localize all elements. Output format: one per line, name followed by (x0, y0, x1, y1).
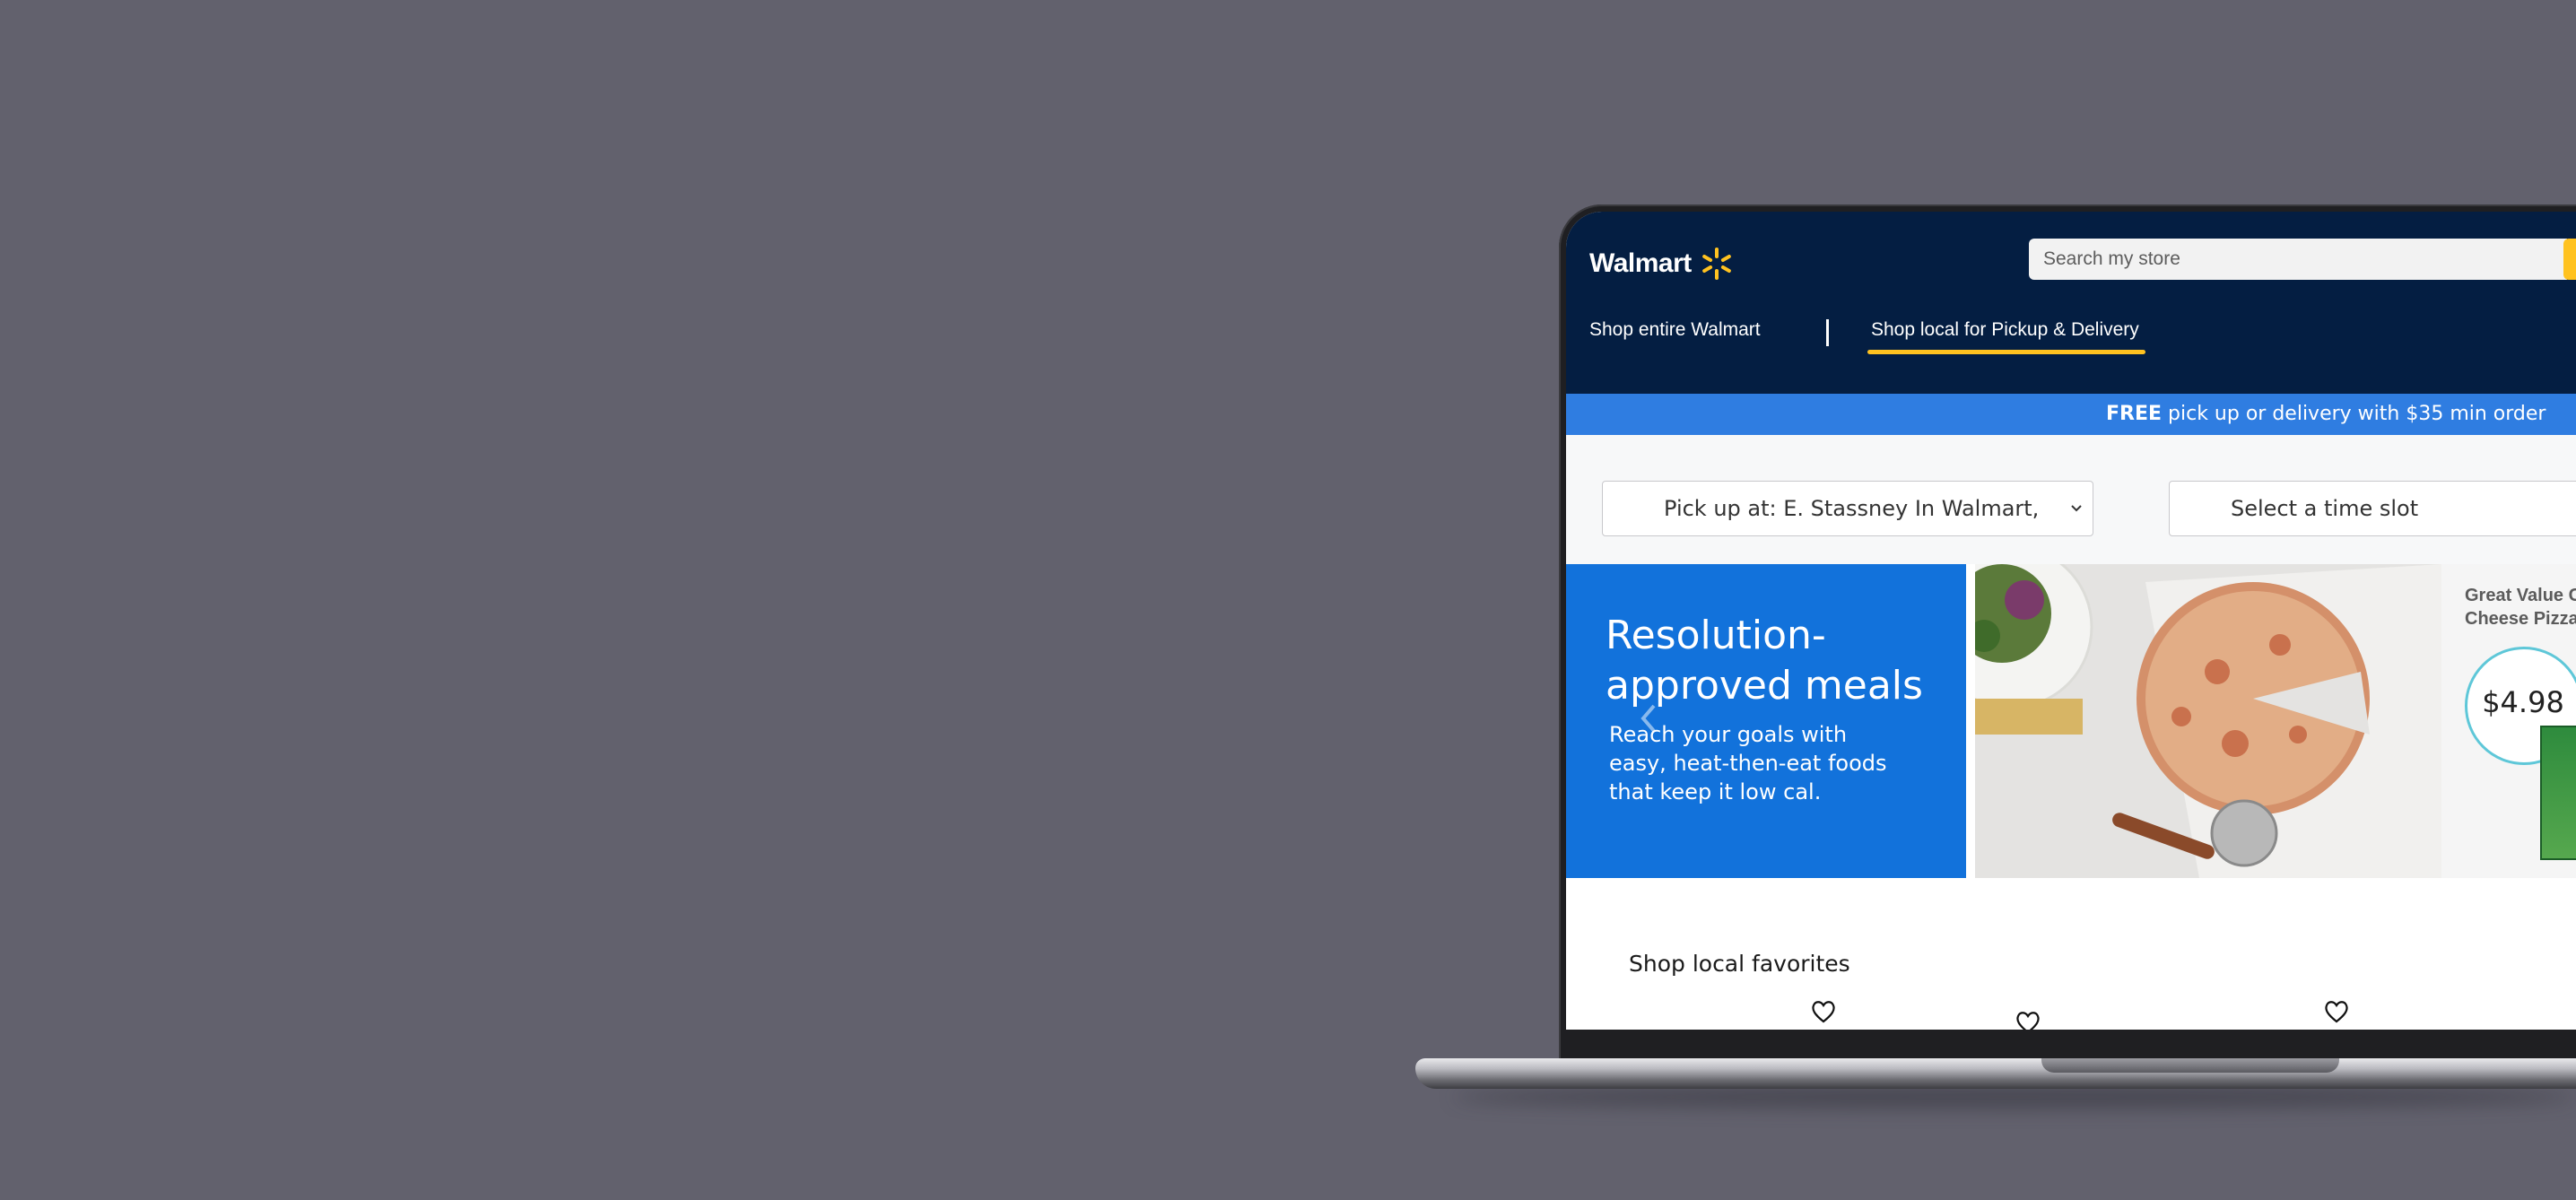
walmart-spark-icon (1701, 248, 1731, 280)
store-select[interactable]: Pick up at: E. Stassney In Walmart, (1602, 481, 2093, 536)
laptop-base (1415, 1058, 2576, 1089)
hero-title: Resolution-approved meals (1606, 613, 1923, 709)
nav-shop-entire-walmart[interactable]: Shop entire Walmart (1589, 319, 1761, 341)
product-price: $4.98 (2482, 685, 2564, 719)
heart-icon[interactable] (2015, 1010, 2041, 1030)
heart-icon[interactable] (2323, 999, 2350, 1024)
laptop-screen: Walmart Shop entire Walmart Shop local f… (1566, 212, 2576, 1030)
nav-divider (1826, 319, 1829, 346)
time-slot-label: Select a time slot (2231, 496, 2419, 521)
pizza-illustration (1975, 564, 2441, 878)
promo-text: pick up or delivery with $35 min order (2162, 403, 2546, 425)
chevron-down-icon (2071, 505, 2082, 512)
nav-active-underline (1867, 350, 2145, 354)
hero-banner[interactable]: Resolution-approved meals Reach your goa… (1566, 564, 1966, 878)
heart-icon[interactable] (1810, 999, 1837, 1024)
product-package-image (2540, 726, 2576, 860)
chevron-left-icon[interactable] (1636, 700, 1663, 736)
store-select-label: Pick up at: E. Stassney In Walmart, (1664, 496, 2040, 521)
featured-product[interactable]: Great Value C Cheese Pizza $4.98 (2441, 564, 2576, 878)
walmart-logo[interactable]: Walmart (1589, 246, 1735, 282)
pizza-image (1975, 564, 2441, 878)
section-title: Shop local favorites (1629, 951, 1850, 977)
site-header: Walmart Shop entire Walmart Shop local f… (1566, 212, 2576, 394)
search-button[interactable] (2563, 239, 2576, 280)
promo-bold: FREE (2106, 403, 2163, 425)
time-slot-select[interactable]: Select a time slot (2169, 481, 2576, 536)
nav-shop-local[interactable]: Shop local for Pickup & Delivery (1871, 319, 2139, 341)
laptop-notch (2041, 1058, 2339, 1073)
search-input[interactable] (2029, 239, 2567, 280)
product-name-line1: Great Value C (2465, 586, 2576, 605)
search-bar (2029, 239, 2567, 280)
promo-banner: FREE pick up or delivery with $35 min or… (1566, 394, 2576, 435)
pickup-selectors: Pick up at: E. Stassney In Walmart, Sele… (1566, 435, 2576, 564)
logo-text: Walmart (1589, 248, 1692, 278)
product-name: Great Value C Cheese Pizza (2465, 584, 2576, 630)
product-name-line2: Cheese Pizza (2465, 609, 2576, 629)
